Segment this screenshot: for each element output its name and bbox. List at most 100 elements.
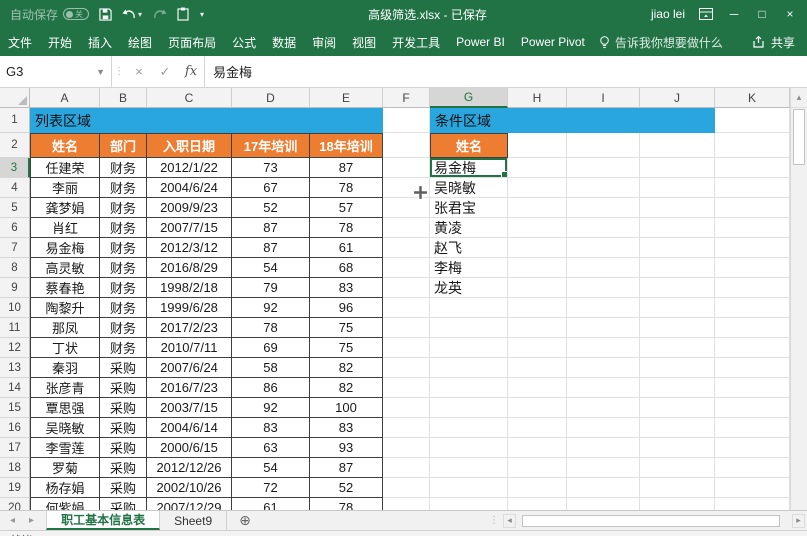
- cell-G15[interactable]: [430, 398, 508, 418]
- cell-F7[interactable]: [383, 238, 430, 258]
- cell-D10[interactable]: 92: [232, 298, 310, 318]
- cell-C16[interactable]: 2004/6/14: [147, 418, 232, 438]
- cell-J17[interactable]: [640, 438, 715, 458]
- cell-K4[interactable]: [715, 178, 790, 198]
- cell-E10[interactable]: 96: [310, 298, 383, 318]
- close-button[interactable]: ×: [783, 7, 797, 21]
- row-header-14[interactable]: 14: [0, 378, 30, 398]
- cell-E5[interactable]: 57: [310, 198, 383, 218]
- cell-J11[interactable]: [640, 318, 715, 338]
- cell-D18[interactable]: 54: [232, 458, 310, 478]
- cell-J4[interactable]: [640, 178, 715, 198]
- cell-C20[interactable]: 2007/12/29: [147, 498, 232, 510]
- ribbon-tab-5[interactable]: 页面布局: [160, 28, 224, 56]
- cell-I14[interactable]: [567, 378, 640, 398]
- ribbon-tab-9[interactable]: 视图: [344, 28, 384, 56]
- row-header-17[interactable]: 17: [0, 438, 30, 458]
- qat-customize-caret[interactable]: ▾: [200, 10, 204, 19]
- cell-H18[interactable]: [508, 458, 567, 478]
- cell-E3[interactable]: 87: [310, 158, 383, 178]
- cell-K9[interactable]: [715, 278, 790, 298]
- cell-F5[interactable]: [383, 198, 430, 218]
- row-header-6[interactable]: 6: [0, 218, 30, 238]
- horizontal-scrollbar[interactable]: ⋮ ◂ ▸: [489, 511, 807, 530]
- cell-E9[interactable]: 83: [310, 278, 383, 298]
- cell-C8[interactable]: 2016/8/29: [147, 258, 232, 278]
- cell-J15[interactable]: [640, 398, 715, 418]
- cell-G10[interactable]: [430, 298, 508, 318]
- cell-A5[interactable]: 龚梦娟: [30, 198, 100, 218]
- cell-list-area[interactable]: 列表区域: [30, 108, 383, 133]
- select-all-corner[interactable]: [0, 88, 30, 108]
- ribbon-tab-2[interactable]: 开始: [40, 28, 80, 56]
- cell-B16[interactable]: 采购: [100, 418, 147, 438]
- name-box[interactable]: G3 ▼: [0, 56, 112, 87]
- cell-J2[interactable]: [640, 133, 715, 158]
- cell-K20[interactable]: [715, 498, 790, 510]
- cell-criteria-area[interactable]: 条件区域: [430, 108, 715, 133]
- cell-K1[interactable]: [715, 108, 790, 133]
- row-header-11[interactable]: 11: [0, 318, 30, 338]
- cell-H7[interactable]: [508, 238, 567, 258]
- cell-I20[interactable]: [567, 498, 640, 510]
- cell-E8[interactable]: 68: [310, 258, 383, 278]
- cell-F19[interactable]: [383, 478, 430, 498]
- cell-E6[interactable]: 78: [310, 218, 383, 238]
- column-header-A[interactable]: A: [30, 88, 100, 108]
- name-box-caret[interactable]: ▼: [96, 67, 105, 77]
- cell-A15[interactable]: 覃思强: [30, 398, 100, 418]
- column-header-G[interactable]: G: [430, 88, 508, 108]
- row-header-8[interactable]: 8: [0, 258, 30, 278]
- cell-H3[interactable]: [508, 158, 567, 178]
- autosave-toggle[interactable]: 自动保存 关: [10, 6, 90, 23]
- cell-J13[interactable]: [640, 358, 715, 378]
- cell-B12[interactable]: 财务: [100, 338, 147, 358]
- cell-K19[interactable]: [715, 478, 790, 498]
- cell-G20[interactable]: [430, 498, 508, 510]
- cell-H6[interactable]: [508, 218, 567, 238]
- cell-E14[interactable]: 82: [310, 378, 383, 398]
- cell-A11[interactable]: 那凤: [30, 318, 100, 338]
- ribbon-tab-11[interactable]: Power BI: [448, 28, 513, 56]
- row-header-10[interactable]: 10: [0, 298, 30, 318]
- cell-I18[interactable]: [567, 458, 640, 478]
- cell-F2[interactable]: [383, 133, 430, 158]
- cell-C11[interactable]: 2017/2/23: [147, 318, 232, 338]
- cell-G11[interactable]: [430, 318, 508, 338]
- cell-B20[interactable]: 采购: [100, 498, 147, 510]
- cell-I11[interactable]: [567, 318, 640, 338]
- cell-G8[interactable]: 李梅: [430, 258, 508, 278]
- cell-B11[interactable]: 财务: [100, 318, 147, 338]
- column-header-E[interactable]: E: [310, 88, 383, 108]
- column-header-J[interactable]: J: [640, 88, 715, 108]
- cell-I10[interactable]: [567, 298, 640, 318]
- cell-D14[interactable]: 86: [232, 378, 310, 398]
- cell-C2[interactable]: 入职日期: [147, 133, 232, 158]
- cell-B8[interactable]: 财务: [100, 258, 147, 278]
- cell-F14[interactable]: [383, 378, 430, 398]
- cell-I13[interactable]: [567, 358, 640, 378]
- ribbon-tab-6[interactable]: 公式: [224, 28, 264, 56]
- cell-A14[interactable]: 张彦青: [30, 378, 100, 398]
- save-icon[interactable]: [99, 7, 112, 21]
- ribbon-tab-4[interactable]: 绘图: [120, 28, 160, 56]
- cell-I19[interactable]: [567, 478, 640, 498]
- cell-H16[interactable]: [508, 418, 567, 438]
- vertical-scroll-thumb[interactable]: [793, 109, 805, 165]
- cell-I9[interactable]: [567, 278, 640, 298]
- row-header-15[interactable]: 15: [0, 398, 30, 418]
- cell-F17[interactable]: [383, 438, 430, 458]
- insert-function-icon[interactable]: fx: [178, 64, 204, 79]
- scroll-left-arrow[interactable]: ◂: [503, 513, 516, 528]
- cell-B7[interactable]: 财务: [100, 238, 147, 258]
- cell-G18[interactable]: [430, 458, 508, 478]
- cell-D12[interactable]: 69: [232, 338, 310, 358]
- cell-J16[interactable]: [640, 418, 715, 438]
- column-header-C[interactable]: C: [147, 88, 232, 108]
- cell-I15[interactable]: [567, 398, 640, 418]
- cell-D8[interactable]: 54: [232, 258, 310, 278]
- cell-E13[interactable]: 82: [310, 358, 383, 378]
- cancel-icon[interactable]: ×: [126, 64, 152, 79]
- column-header-K[interactable]: K: [715, 88, 790, 108]
- cell-J8[interactable]: [640, 258, 715, 278]
